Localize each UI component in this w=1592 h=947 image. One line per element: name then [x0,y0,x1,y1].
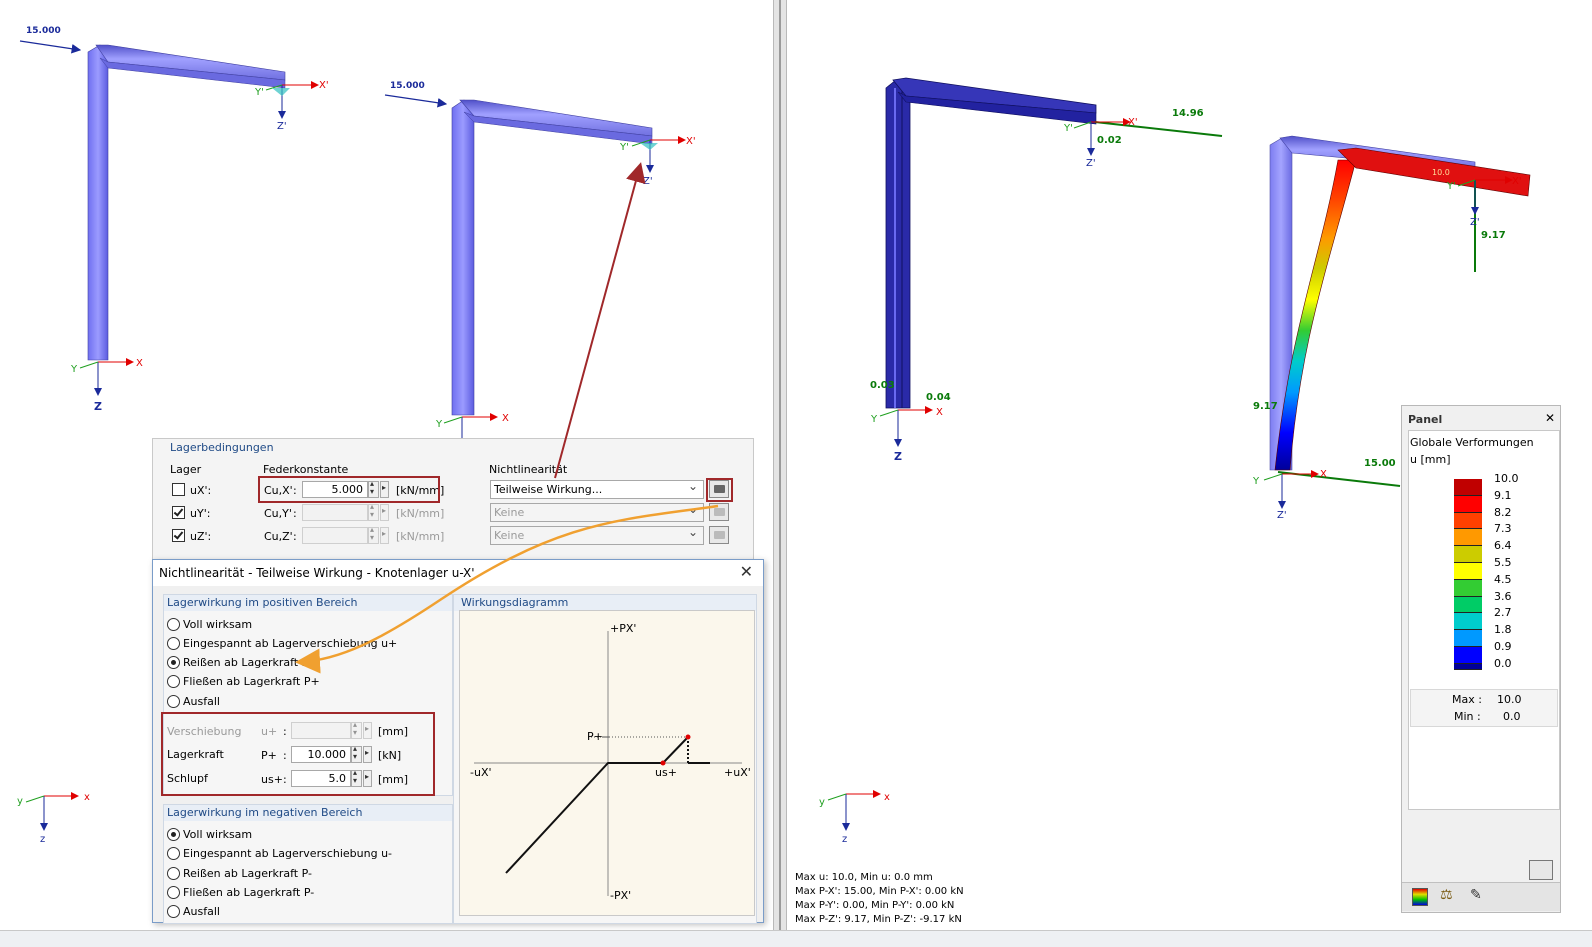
legend-value: 6.4 [1494,539,1512,553]
status-line-4: Max P-Z': 9.17, Min P-Z': -9.17 kN [795,914,962,925]
legend-area [1408,430,1560,810]
zoom-icon[interactable] [1529,860,1553,880]
legend-swatch [1454,663,1482,670]
legend-swatch [1454,630,1482,647]
legend-value: 5.5 [1494,556,1512,569]
legend-swatch [1454,546,1482,563]
balance-icon[interactable]: ⚖ [1440,887,1453,903]
annotation-arrows [295,162,719,674]
panel-subtitle: Globale Verformungen [1410,436,1534,449]
status-line-3: Max P-Y': 0.00, Min P-Y': 0.00 kN [795,900,955,911]
panel-title: Panel [1408,413,1443,426]
legend-swatch [1454,613,1482,631]
legend-min-value: 0.0 [1503,710,1521,723]
pencil-icon[interactable]: ✎ [1470,887,1482,903]
legend-max-value: 10.0 [1497,693,1522,706]
legend-swatch [1454,495,1482,513]
legend-swatch [1454,563,1482,580]
legend-minmax-box [1410,689,1558,727]
legend-value: 1.8 [1494,623,1512,637]
legend-panel: Panel ✕ Globale Verformungen u [mm] 10.0… [1401,405,1561,913]
legend-min-label: Min : [1454,710,1481,723]
legend-value: 10.0 [1494,472,1519,485]
legend-value: 2.7 [1494,606,1512,620]
legend-swatch [1454,512,1482,530]
legend-value: 7.3 [1494,522,1512,536]
legend-value: 4.5 [1494,572,1512,586]
legend-max-label: Max : [1452,693,1482,706]
bottom-strip [0,930,1592,947]
legend-swatch [1454,479,1482,496]
status-line-1: Max u: 10.0, Min u: 0.0 mm [795,872,933,883]
color-scale-icon[interactable] [1412,888,1428,906]
legend-value: 8.2 [1494,505,1512,519]
legend-swatch [1454,647,1482,664]
legend-value: 0.9 [1494,640,1512,653]
legend-swatch [1454,529,1482,547]
legend-swatch [1454,596,1482,614]
legend-value: 0.0 [1494,656,1512,670]
panel-close-icon[interactable]: ✕ [1545,411,1555,425]
legend-swatch [1454,579,1482,597]
legend-value: 3.6 [1494,589,1512,603]
panel-unit: u [mm] [1410,453,1451,466]
status-line-2: Max P-X': 15.00, Min P-X': 0.00 kN [795,886,964,897]
legend-value: 9.1 [1494,488,1512,502]
